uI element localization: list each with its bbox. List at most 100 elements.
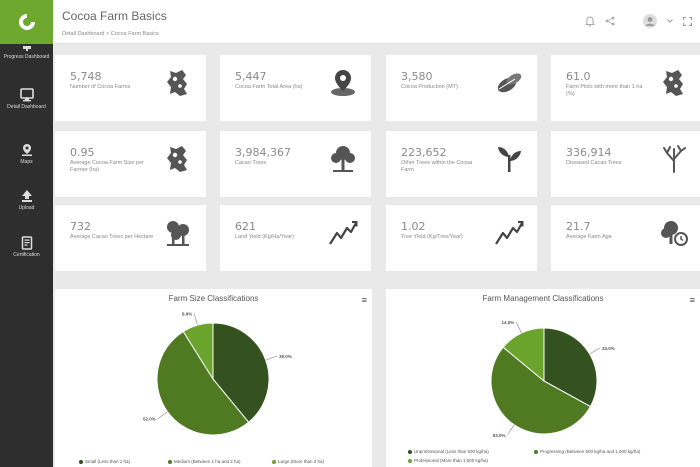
certificate-icon [21, 236, 32, 250]
sidebar-item-upload[interactable]: Upload [0, 189, 53, 211]
sidebar-item-label: Certification [13, 252, 40, 258]
monitor-icon [22, 46, 31, 51]
cocoa-pod-icon [497, 73, 522, 93]
legend-label: Professional (More than 1,000 kg/ha) [414, 458, 489, 463]
pie-chart: 33.0% 53.0% 14.0% [490, 320, 615, 438]
legend-item[interactable]: Large (More than 2 ha) [272, 459, 324, 464]
map-pin-icon [21, 144, 32, 156]
kpi-label: Average Cocoa Farm Size per Farmer (ha) [70, 160, 144, 173]
sidebar-item-certification[interactable]: Certification [0, 236, 53, 258]
bare-tree-icon [663, 145, 686, 173]
kpi-label: Average Farm Age [566, 234, 612, 240]
legend-item[interactable]: Small (Less than 1 ha) [79, 459, 130, 464]
sidebar-item-label: Upload [18, 205, 35, 211]
kpi-card: 621 Land Yield (Kg/Ha/Year) [220, 205, 371, 271]
legend-label: Medium (Between 1 ha and 2 ha) [174, 459, 241, 464]
fullscreen-icon[interactable] [683, 16, 692, 26]
chart-panel-farm-size: Farm Size Classifications ≡ 39.0% 52.0% 8.… [55, 289, 372, 467]
data-label-connector [193, 313, 198, 326]
kpi-value: 732 [70, 220, 91, 233]
page-title: Cocoa Farm Basics [62, 9, 167, 23]
kpi-label: Tree Yield (Kg/Tree/Year) [401, 234, 463, 240]
share-icon[interactable] [605, 16, 615, 26]
tree-group-icon [167, 221, 189, 246]
kpi-card: 3,984,367 Cacao Trees [220, 131, 371, 197]
trend-chart-icon [495, 221, 524, 245]
kpi-label: Diseased Cacao Trees [566, 160, 622, 166]
kpi-card: 5,447 Cocoa Farm Total Area (ha) [220, 55, 371, 121]
kpi-value: 5,748 [70, 70, 102, 83]
kpi-card: 21.7 Average Farm Age [551, 205, 700, 271]
data-label-connector [507, 424, 515, 435]
kpi-value: 21.7 [566, 220, 591, 233]
sidebar-item-detail-dashboard[interactable]: Detail Dashboard [0, 88, 53, 110]
data-label-connector [589, 347, 601, 355]
data-label: 52.0% [143, 417, 156, 422]
location-pin-icon [331, 70, 355, 96]
legend-label: Progressing (Between 500 kg/ha and 1,000… [540, 449, 641, 454]
kpi-card: 732 Average Cacao Trees per Hectare [55, 205, 206, 271]
kpi-value: 0.95 [70, 146, 95, 159]
kpi-card: 61.0 Farm Plots with more than 1 ha (%) [551, 55, 700, 121]
kpi-value: 61.0 [566, 70, 591, 83]
app-logo[interactable] [0, 0, 53, 44]
map-icon [167, 146, 187, 172]
kpi-label: Farm Plots with more than 1 ha (%) [566, 84, 643, 97]
sidebar-item-label: Progress Dashboard [3, 54, 50, 60]
data-label: 39.0% [279, 354, 292, 359]
tree-icon [331, 146, 355, 172]
kpi-card: 223,652 Other Trees within the Cocoa Far… [386, 131, 537, 197]
kpi-card: 5,748 Number of Cocoa Farms [55, 55, 206, 121]
kpi-value: 3,984,367 [235, 146, 291, 159]
kpi-card: 336,914 Diseased Cacao Trees [551, 131, 700, 197]
monitor-icon [19, 88, 34, 102]
kpi-value: 5,447 [235, 70, 267, 83]
kpi-label: Cocoa Farm Total Area (ha) [235, 84, 303, 90]
sidebar-item-label: Maps [20, 159, 33, 165]
data-label: 33.0% [602, 346, 615, 351]
kpi-value: 336,914 [566, 146, 612, 159]
data-label: 14.0% [502, 320, 515, 325]
sprout-icon [498, 147, 521, 172]
avatar[interactable] [643, 14, 657, 28]
kpi-value: 3,580 [401, 70, 433, 83]
kpi-card: 3,580 Cocoa Production (MT) [386, 55, 537, 121]
chevron-down-icon[interactable] [667, 19, 673, 23]
kpi-label: Other Trees within the Cocoa Farm [401, 160, 473, 173]
kpi-card: 0.95 Average Cocoa Farm Size per Farmer … [55, 131, 206, 197]
kpi-value: 1.02 [401, 220, 426, 233]
kpi-label: Cocoa Production (MT) [401, 84, 458, 90]
legend-label: Small (Less than 1 ha) [85, 459, 131, 464]
logo-icon [18, 14, 35, 30]
kpi-label: Number of Cocoa Farms [70, 84, 131, 90]
trend-chart-icon [329, 221, 358, 245]
kpi-label: Land Yield (Kg/Ha/Year) [235, 234, 294, 240]
map-icon [663, 70, 683, 96]
kpi-label: Average Cacao Trees per Hectare [70, 234, 154, 240]
map-icon [167, 70, 187, 96]
legend-label: Unprofessional (Less than 500 kg/ha) [414, 449, 489, 454]
data-label-connector [265, 355, 278, 361]
data-label: 53.0% [493, 433, 506, 438]
upload-icon [21, 190, 32, 202]
legend-label: Large (More than 2 ha) [278, 459, 325, 464]
breadcrumb[interactable]: Detail Dashboard > Cocoa Farm Basics [62, 31, 159, 37]
sidebar-item-progress-dashboard[interactable]: Progress Dashboard [0, 46, 53, 60]
sidebar-item-maps[interactable]: Maps [0, 143, 53, 165]
kpi-value: 223,652 [401, 146, 447, 159]
data-label-connector [516, 322, 522, 334]
tree-clock-icon [661, 221, 688, 246]
legend-item[interactable]: Professional (More than 1,000 kg/ha) [408, 458, 488, 463]
legend-item[interactable]: Unprofessional (Less than 500 kg/ha) [408, 449, 489, 454]
sidebar-item-label: Detail Dashboard [7, 104, 46, 110]
legend-item[interactable]: Medium (Between 1 ha and 2 ha) [168, 459, 241, 464]
kpi-value: 621 [235, 220, 256, 233]
legend-item[interactable]: Progressing (Between 500 kg/ha and 1,000… [534, 449, 640, 454]
chart-panel-farm-management: Farm Management Classifications ≡ 33.0% 5… [386, 289, 700, 467]
sidebar: Progress Dashboard Detail Dashboard Maps… [0, 0, 53, 467]
kpi-card: 1.02 Tree Yield (Kg/Tree/Year) [386, 205, 537, 271]
pie-chart: 39.0% 52.0% 8.9% [143, 312, 292, 436]
top-header: Cocoa Farm Basics Detail Dashboard > Coc… [53, 0, 700, 44]
kpi-label: Cacao Trees [235, 160, 267, 166]
bell-icon[interactable] [585, 15, 595, 27]
